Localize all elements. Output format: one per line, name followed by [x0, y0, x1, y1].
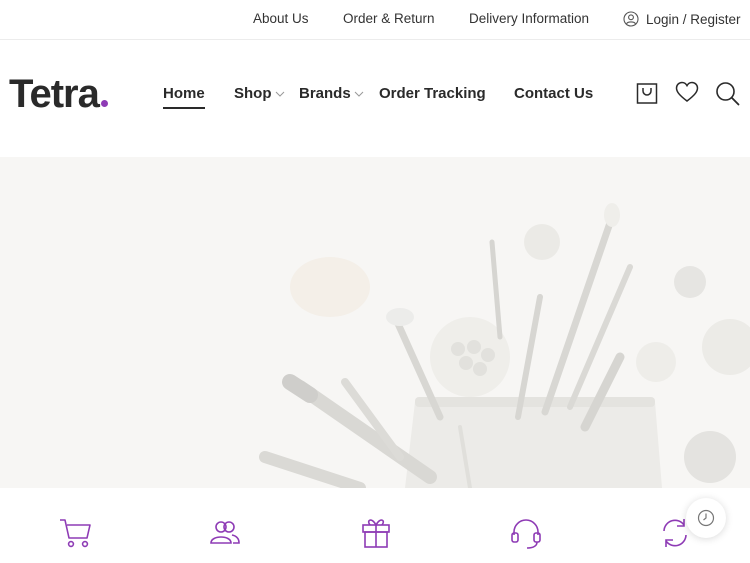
headset-icon	[511, 519, 541, 549]
search-icon[interactable]	[715, 81, 740, 106]
nav-home-label: Home	[163, 85, 205, 102]
active-underline	[163, 107, 205, 109]
logo[interactable]: Tetra	[9, 72, 108, 117]
features-strip	[0, 488, 750, 563]
top-bar: About Us Order & Return Delivery Informa…	[0, 0, 750, 40]
makeup-brushes-image	[259, 203, 750, 488]
heart-icon[interactable]	[675, 81, 699, 103]
hero-banner	[0, 157, 750, 488]
delivery-information-link[interactable]: Delivery Information	[469, 11, 589, 26]
chevron-down-icon	[354, 91, 364, 97]
nav-brands-label: Brands	[299, 85, 351, 102]
nav-shop[interactable]: Shop	[234, 85, 285, 102]
nav-contact-us[interactable]: Contact Us	[514, 85, 593, 102]
login-register-label: Login / Register	[646, 11, 741, 27]
logo-dot	[100, 100, 108, 107]
about-us-link[interactable]: About Us	[253, 11, 309, 26]
main-header: Tetra Home Shop Brands Order Tracking Co…	[0, 40, 750, 157]
order-return-link[interactable]: Order & Return	[343, 11, 435, 26]
logo-text: Tetra	[9, 72, 100, 116]
login-register-link[interactable]: Login / Register	[623, 11, 741, 27]
users-icon	[210, 521, 240, 544]
gift-icon	[362, 519, 390, 548]
nav-shop-label: Shop	[234, 85, 272, 102]
nav-brands[interactable]: Brands	[299, 85, 364, 102]
recently-viewed-button[interactable]	[686, 498, 726, 538]
cart-bag-icon[interactable]	[636, 81, 658, 105]
nav-home[interactable]: Home	[163, 85, 205, 109]
chevron-down-icon	[275, 91, 284, 97]
shopping-cart-icon	[60, 519, 91, 548]
user-icon	[623, 11, 639, 27]
nav-order-tracking[interactable]: Order Tracking	[379, 85, 486, 102]
clock-icon	[697, 509, 715, 527]
